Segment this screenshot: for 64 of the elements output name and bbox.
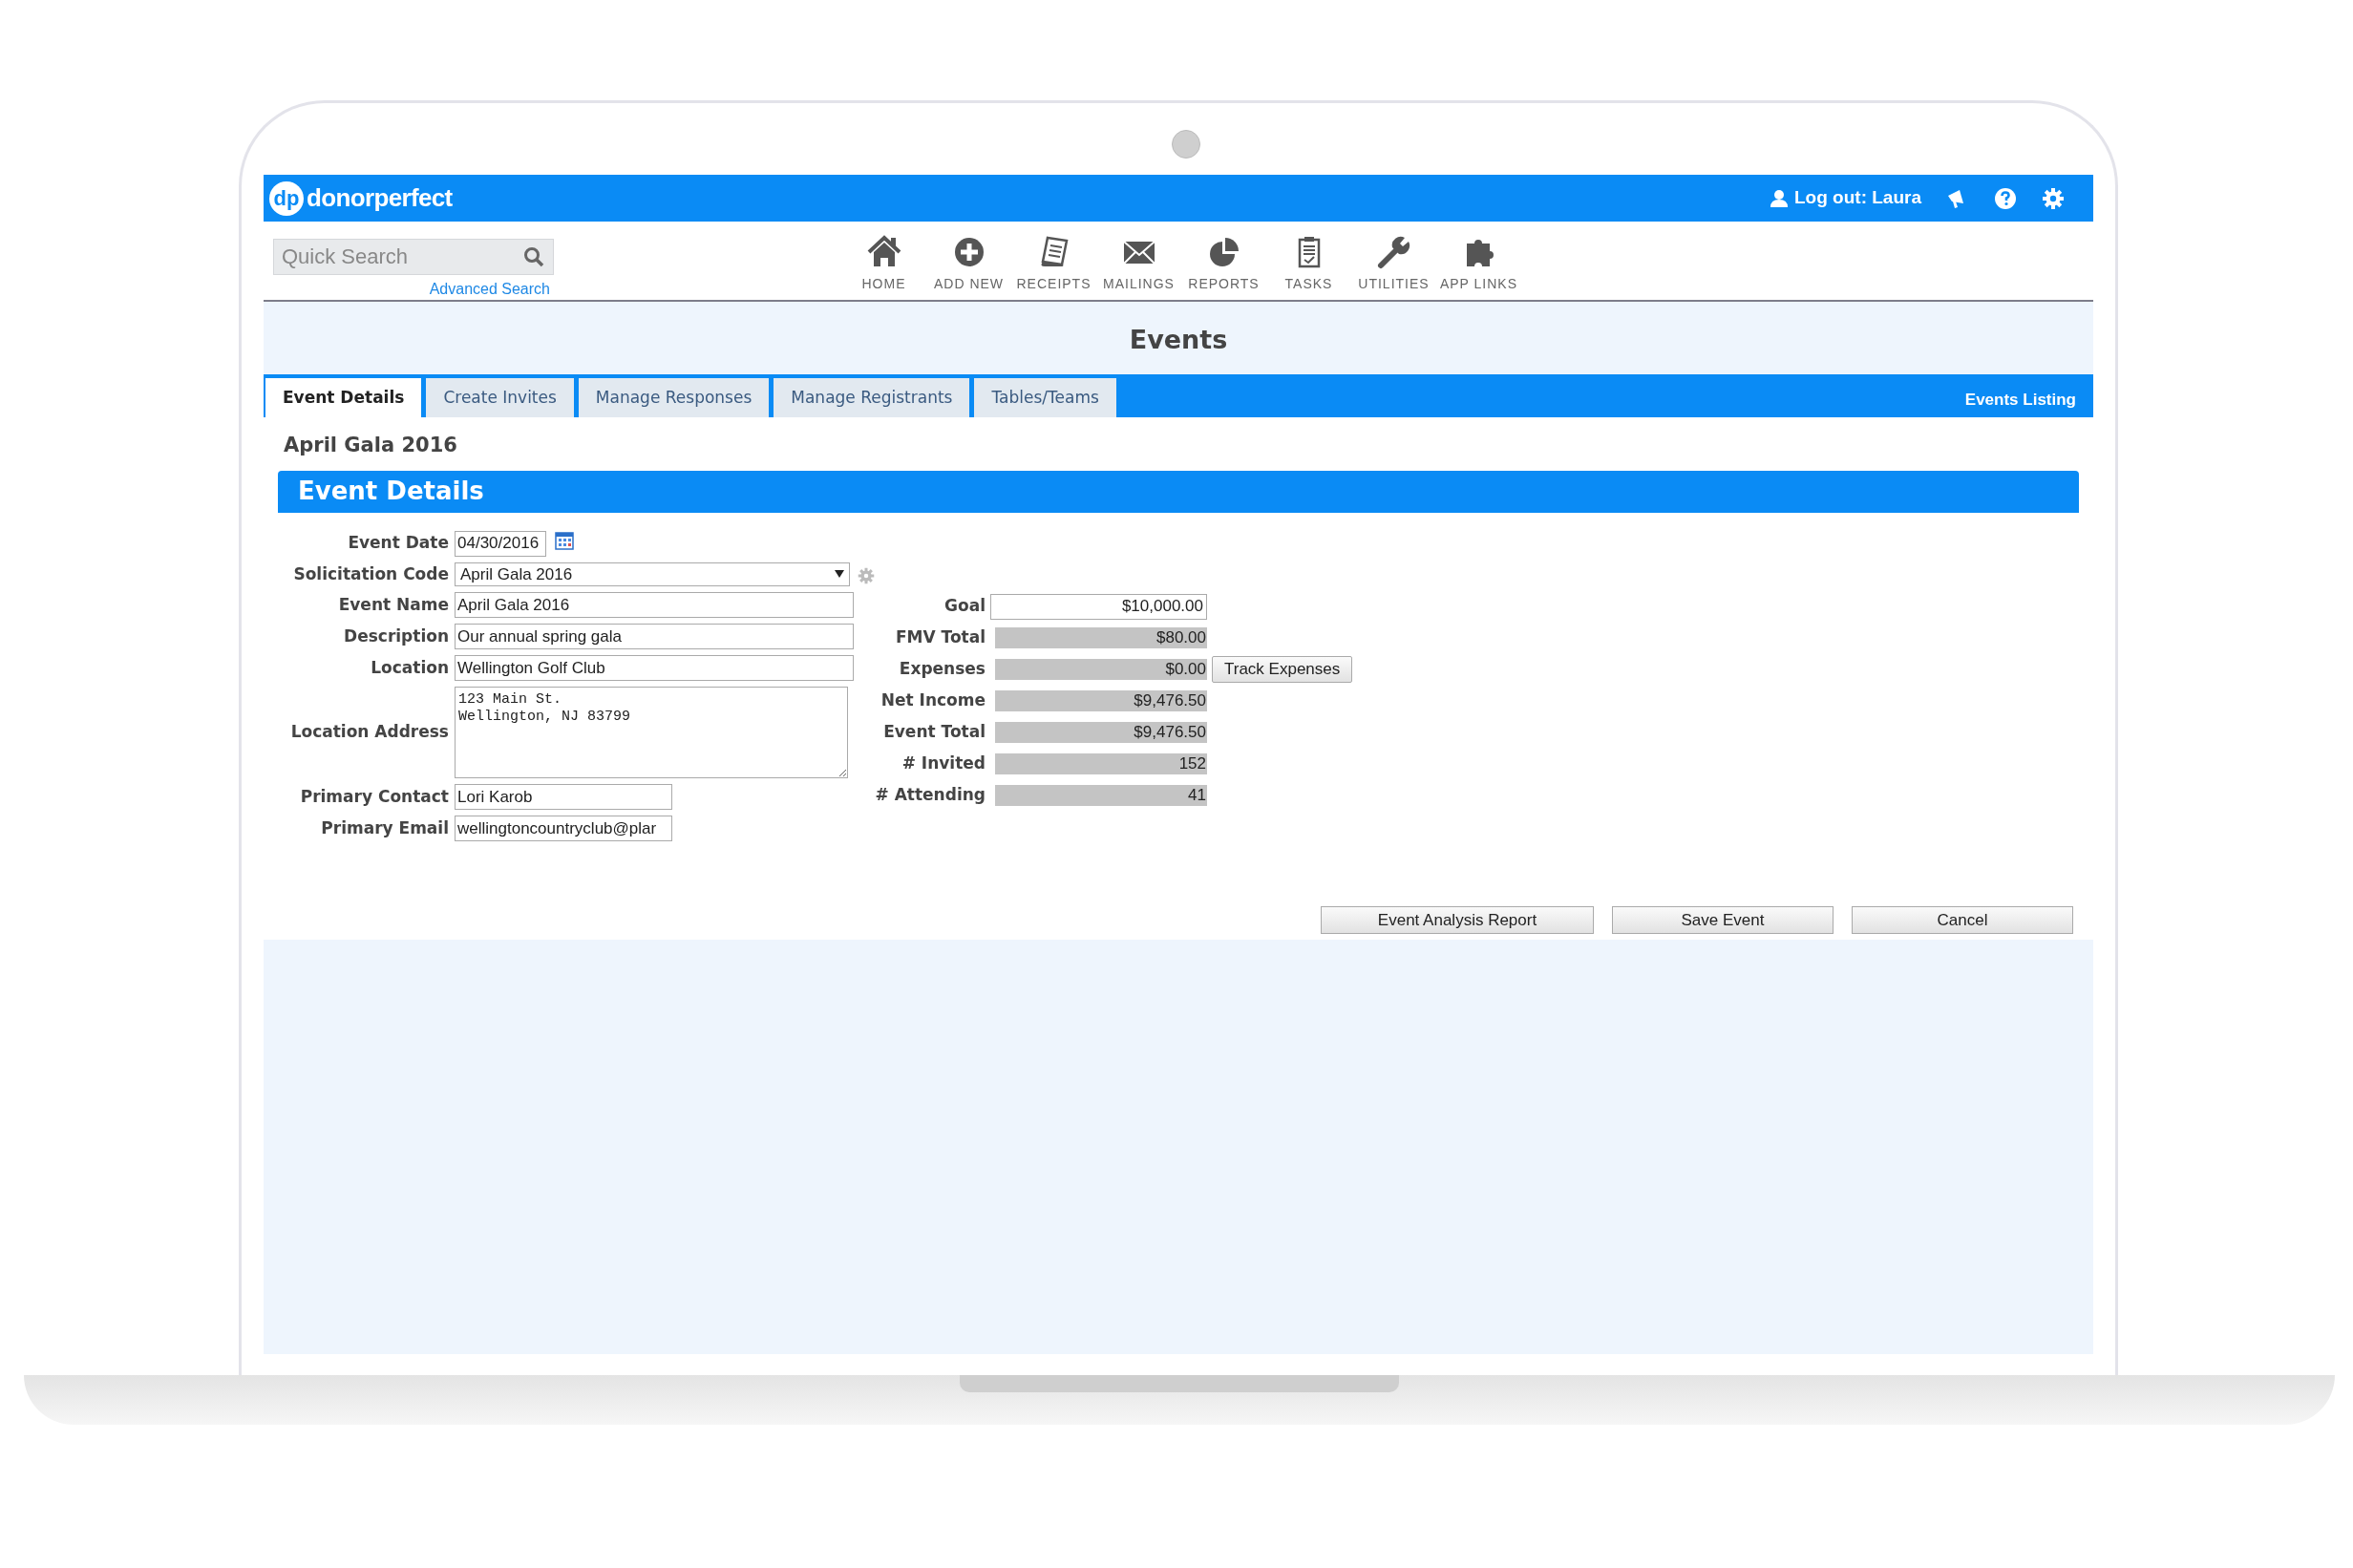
value-display: $80.00 (995, 627, 1207, 648)
field-label: Location Address (289, 721, 449, 744)
input-field[interactable]: wellingtoncountryclub@plar (455, 816, 672, 841)
action-button[interactable]: Event Analysis Report (1321, 906, 1594, 934)
field-label: Primary Email (320, 816, 449, 839)
field-label: Net Income (880, 689, 986, 712)
tab[interactable]: Tables/Teams (974, 378, 1116, 417)
nav-item-label[interactable]: REPORTS (1188, 274, 1260, 294)
field-label: # Attending (875, 784, 986, 807)
goal-field[interactable]: $10,000.00 (990, 593, 1207, 620)
field-label: Goal (943, 595, 986, 618)
input-field[interactable]: Our annual spring gala (455, 624, 854, 649)
address-field[interactable]: 123 Main St. Wellington, NJ 83799 (455, 687, 848, 778)
dropdown[interactable]: April Gala 2016 (455, 562, 850, 586)
user-icon (1770, 188, 1789, 208)
logo-mark: dp (269, 180, 304, 216)
value-display: $0.00 (995, 659, 1207, 680)
value-display: 152 (995, 753, 1207, 774)
input-field[interactable]: Wellington Golf Club (455, 655, 854, 681)
nav-item-label[interactable]: MAILINGS (1103, 274, 1175, 294)
input-field[interactable]: Lori Karob (455, 784, 672, 810)
field-label: Event Total (882, 721, 986, 744)
action-button[interactable]: Cancel (1852, 906, 2073, 934)
track-expenses-button[interactable]: Track Expenses (1212, 656, 1353, 683)
field-label: Solicitation Code (292, 562, 449, 585)
input-field[interactable]: April Gala 2016 (455, 592, 854, 618)
value-display: $9,476.50 (995, 690, 1207, 711)
field-label: # Invited (901, 752, 986, 775)
wrench-icon[interactable] (1375, 234, 1412, 270)
field-label: Location (370, 656, 449, 679)
tab[interactable]: Manage Registrants (774, 378, 970, 417)
nav-item-label[interactable]: UTILITIES (1358, 274, 1430, 294)
value-display: 41 (995, 785, 1207, 806)
nav-item-label[interactable]: TASKS (1284, 274, 1333, 294)
date-field[interactable]: 04/30/2016 (455, 530, 546, 557)
field-label: Event Name (337, 593, 449, 616)
dropdown-arrow-icon (835, 570, 844, 579)
field-label: FMV Total (894, 626, 986, 649)
section-header: Event Details (278, 470, 2079, 513)
nav-item-label[interactable]: RECEIPTS (1016, 274, 1092, 294)
settings-icon[interactable] (2042, 186, 2065, 210)
record-title: April Gala 2016 (284, 433, 458, 458)
events-listing-link[interactable]: Events Listing (1964, 387, 2076, 412)
help-icon[interactable] (1994, 186, 2017, 210)
advanced-search-link[interactable]: Advanced Search (429, 278, 550, 301)
field-label: Event Date (347, 532, 449, 555)
page-title: Events (1129, 324, 1228, 356)
action-button[interactable]: Save Event (1612, 906, 1834, 934)
logout-link[interactable]: Log out: Laura (1794, 184, 1921, 212)
tab[interactable]: Event Details (265, 378, 422, 417)
tab[interactable]: Manage Responses (578, 378, 770, 417)
value-display: $9,476.50 (995, 722, 1207, 743)
nav-item-label[interactable]: ADD NEW (933, 274, 1005, 294)
quick-search-field[interactable]: Quick Search (273, 239, 554, 275)
camera-icon (1172, 130, 1200, 159)
calendar-icon[interactable] (555, 531, 574, 550)
nav-item-label[interactable]: APP LINKS (1439, 274, 1518, 294)
field-label: Primary Contact (299, 785, 449, 808)
search-icon[interactable] (523, 246, 544, 267)
nav-item-label[interactable]: HOME (861, 274, 906, 294)
tab[interactable]: Create Invites (426, 378, 574, 417)
field-label: Expenses (898, 658, 986, 681)
logo-text: donorperfect (307, 182, 453, 214)
field-label: Description (343, 625, 449, 647)
